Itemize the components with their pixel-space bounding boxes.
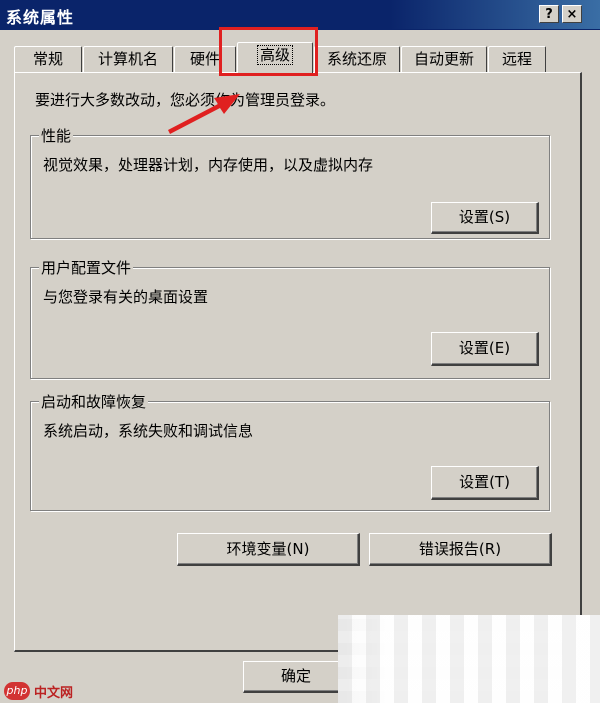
error-reporting-button[interactable]: 错误报告(R) — [369, 533, 552, 566]
advanced-tab-panel: 要进行大多数改动，您必须作为管理员登录。 性能 视觉效果，处理器计划，内存使用，… — [14, 72, 582, 652]
window-title: 系统属性 — [6, 8, 75, 27]
close-button[interactable]: × — [562, 5, 582, 23]
tab-remote[interactable]: 远程 — [488, 46, 546, 72]
user-profiles-group-desc: 与您登录有关的桌面设置 — [43, 288, 209, 306]
user-profiles-group: 用户配置文件 与您登录有关的桌面设置 设置(E) — [30, 257, 550, 379]
startup-recovery-settings-button[interactable]: 设置(T) — [431, 466, 539, 500]
watermark-text: 中文网 — [34, 686, 74, 701]
performance-group-desc: 视觉效果，处理器计划，内存使用，以及虚拟内存 — [43, 156, 374, 174]
ok-button[interactable]: 确定 — [243, 661, 350, 693]
annotation-highlight-box — [219, 27, 318, 76]
watermark-badge: php — [4, 682, 30, 700]
performance-group: 性能 视觉效果，处理器计划，内存使用，以及虚拟内存 设置(S) — [30, 125, 550, 239]
startup-recovery-group: 启动和故障恢复 系统启动，系统失败和调试信息 设置(T) — [30, 391, 550, 511]
startup-recovery-group-title: 启动和故障恢复 — [39, 391, 149, 412]
title-bar: 系统属性 ? × — [0, 0, 600, 30]
blurred-watermark-area — [338, 615, 600, 703]
tab-system-restore[interactable]: 系统还原 — [314, 46, 400, 72]
startup-recovery-group-desc: 系统启动，系统失败和调试信息 — [43, 422, 254, 440]
annotation-arrow — [168, 94, 240, 134]
tab-computer-name[interactable]: 计算机名 — [83, 46, 173, 72]
performance-group-title: 性能 — [39, 125, 74, 146]
help-button[interactable]: ? — [539, 5, 559, 23]
tab-general[interactable]: 常规 — [14, 46, 82, 72]
user-profiles-settings-button[interactable]: 设置(E) — [431, 332, 539, 366]
tab-auto-update[interactable]: 自动更新 — [401, 46, 487, 72]
site-watermark-logo: php 中文网 — [4, 680, 92, 702]
performance-settings-button[interactable]: 设置(S) — [431, 202, 539, 234]
user-profiles-group-title: 用户配置文件 — [39, 257, 134, 278]
environment-variables-button[interactable]: 环境变量(N) — [177, 533, 360, 566]
